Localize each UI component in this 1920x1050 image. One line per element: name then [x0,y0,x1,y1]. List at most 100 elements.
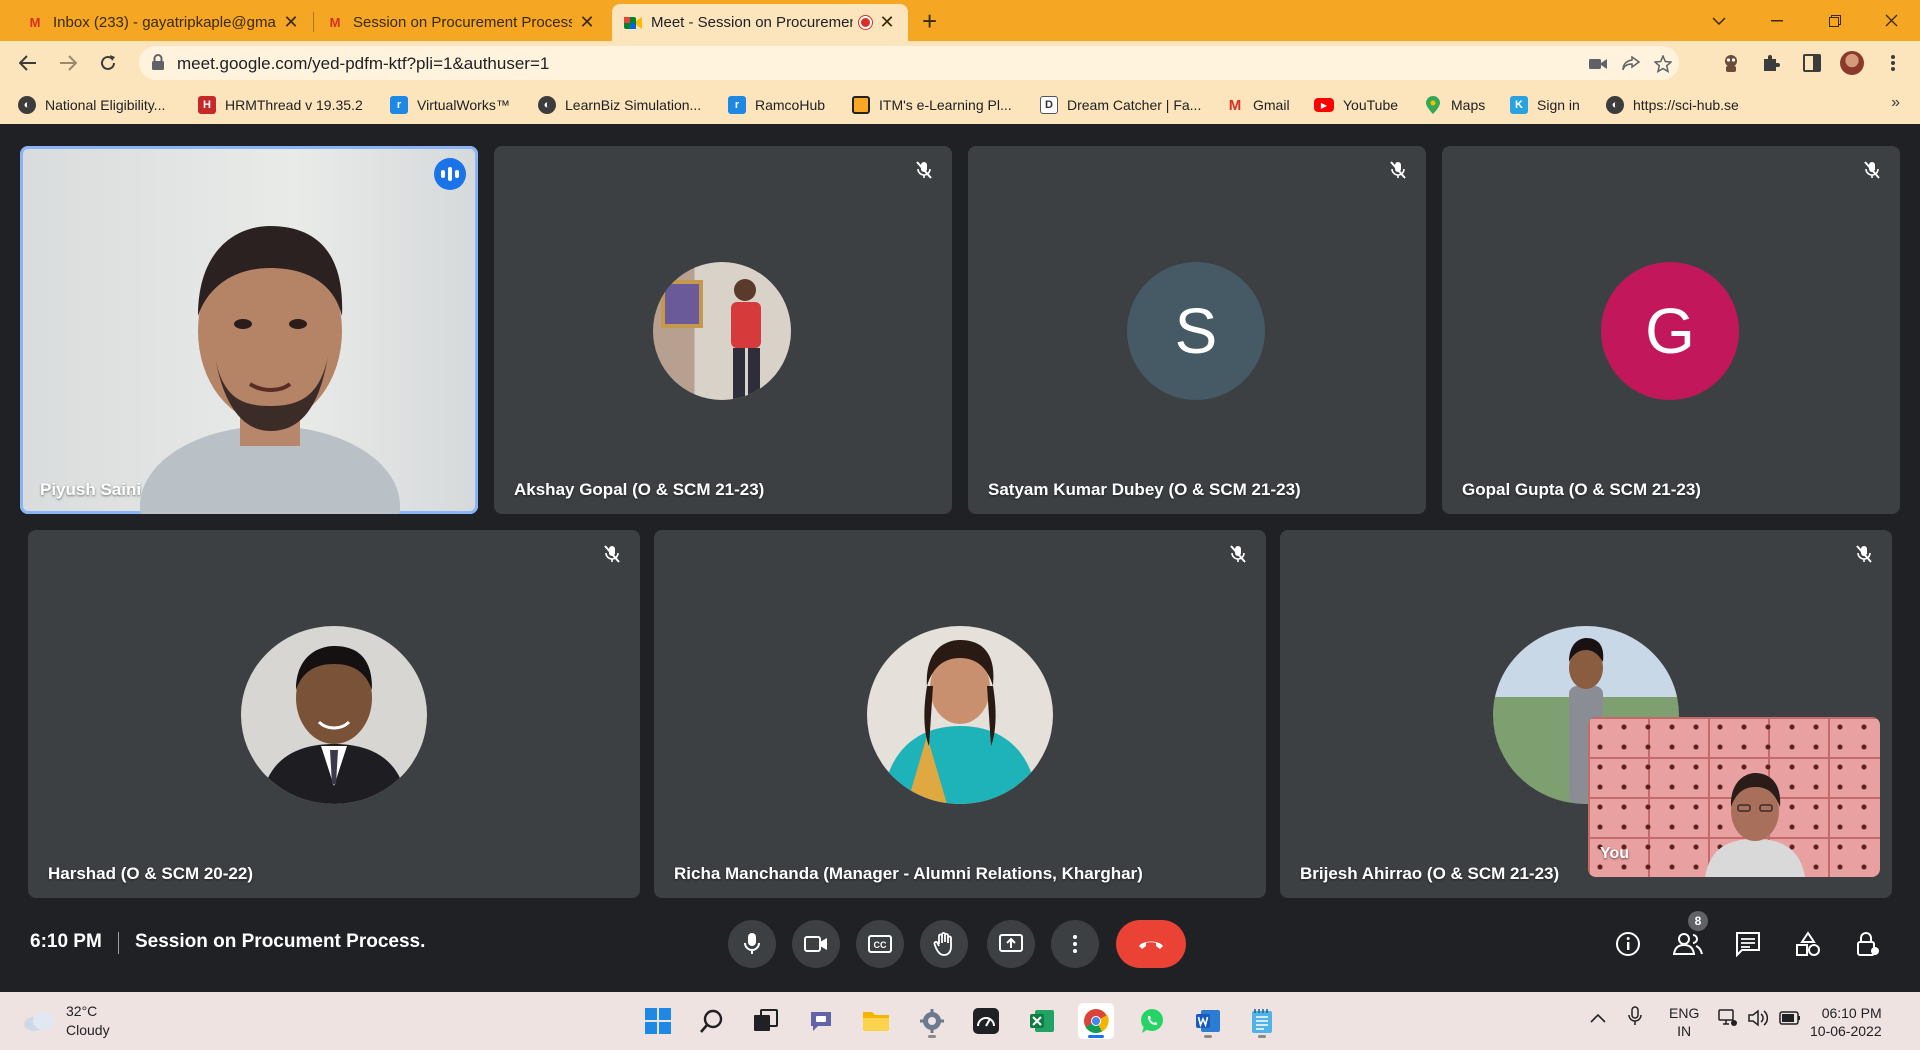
lock-icon[interactable] [151,54,165,70]
activities-button[interactable] [1793,929,1823,959]
system-clock[interactable]: 06:10 PM 10-06-2022 [1810,1004,1882,1040]
self-view-tile[interactable]: You [1588,717,1880,877]
extension-icon[interactable] [1718,50,1744,76]
participant-tile-piyush-saini[interactable]: Piyush Saini [20,146,478,514]
task-view-button[interactable] [748,1003,784,1039]
teams-chat-button[interactable] [804,1003,840,1039]
gmail-icon: M [1228,96,1242,114]
tab-strip: M Inbox (233) - gayatripkaple@gmail.com … [0,0,1920,41]
info-icon [1616,932,1640,956]
show-everyone-button[interactable] [1673,929,1703,959]
weather-widget[interactable]: 32°C Cloudy [22,1002,110,1040]
forward-button[interactable] [54,49,82,77]
participant-name: Brijesh Ahirrao (O & SCM 21-23) [1300,864,1560,883]
side-panel-icon[interactable] [1799,50,1825,76]
present-screen-icon [999,934,1023,952]
bookmark-label: Sign in [1537,97,1580,113]
participant-tile-gopal-gupta[interactable]: G Gopal Gupta (O & SCM 21-23) [1442,146,1900,514]
word-button[interactable] [1190,1003,1226,1039]
notepad-button[interactable] [1244,1003,1280,1039]
url-text[interactable]: meet.google.com/yed-pdfm-ktf?pli=1&authu… [177,54,549,74]
present-screen-button[interactable] [987,920,1035,968]
camera-button[interactable] [792,920,840,968]
participant-name: Gopal Gupta (O & SCM 21-23) [1462,480,1701,499]
share-icon[interactable] [1620,53,1642,75]
back-button[interactable] [14,49,42,77]
bookmark-label: LearnBiz Simulation... [565,97,702,113]
bookmark-sign-in[interactable]: K Sign in [1510,94,1580,116]
bookmark-youtube[interactable]: ▶ YouTube [1314,94,1398,116]
youtube-icon: ▶ [1314,98,1334,112]
bookmark-gmail[interactable]: M Gmail [1226,94,1290,116]
bookmark-label: National Eligibility... [45,97,166,113]
participant-tile-harshad[interactable]: Harshad (O & SCM 20-22) [28,530,640,898]
raise-hand-icon [933,932,952,956]
close-tab-icon[interactable]: ✕ [878,12,896,33]
chat-button[interactable] [1733,929,1763,959]
chrome-button[interactable] [1078,1003,1114,1039]
captions-button[interactable]: CC [856,920,904,968]
tab-gmail-inbox[interactable]: M Inbox (233) - gayatripkaple@gmail.com … [14,4,312,41]
whatsapp-button[interactable] [1134,1003,1170,1039]
more-options-button[interactable] [1051,920,1099,968]
clock-date: 10-06-2022 [1810,1023,1882,1039]
raise-hand-button[interactable] [920,920,968,968]
participant-name: Harshad (O & SCM 20-22) [48,864,253,883]
dream-catcher-icon: D [1040,96,1058,114]
tab-session-procurement[interactable]: M Session on Procurement Process ✕ [314,4,608,41]
bookmark-label: ITM's e-Learning Pl... [879,97,1012,113]
meeting-clock: 6:10 PM [30,931,102,952]
bookmark-learnbiz[interactable]: ◐ LearnBiz Simulation... [538,94,701,116]
participant-initial-avatar: G [1601,262,1739,400]
microphone-button[interactable] [728,920,776,968]
bookmark-national-eligibility[interactable]: ◐ National Eligibility... [18,94,165,116]
leave-call-button[interactable] [1116,920,1186,968]
search-button[interactable] [694,1003,730,1039]
extensions-puzzle-icon[interactable] [1758,50,1784,76]
more-bookmarks-button[interactable]: » [1891,94,1900,112]
bookmark-label: Gmail [1253,97,1290,113]
browser-menu-icon[interactable] [1880,50,1906,76]
address-bar[interactable]: meet.google.com/yed-pdfm-ktf?pli=1&authu… [139,46,1679,80]
input-language-indicator[interactable]: ENG IN [1669,1004,1699,1040]
tray-microphone-icon[interactable] [1628,1006,1642,1031]
meeting-details-button[interactable] [1613,929,1643,959]
settings-button[interactable] [914,1003,950,1039]
restore-button[interactable] [1806,0,1864,41]
tab-label: Meet - Session on Procurement Process [651,14,853,31]
bookmark-virtualworks[interactable]: r VirtualWorks™ [390,94,510,116]
bookmark-dream-catcher[interactable]: D Dream Catcher | Fa... [1040,94,1201,116]
bookmark-hrmthread[interactable]: H HRMThread v 19.35.2 [198,94,363,116]
host-controls-button[interactable] [1853,929,1883,959]
close-window-button[interactable] [1862,0,1920,41]
bookmark-maps[interactable]: Maps [1424,94,1485,116]
network-icon[interactable] [1718,1009,1738,1032]
camera-in-use-icon[interactable] [1587,53,1609,75]
minimize-button[interactable] [1748,0,1806,41]
start-button[interactable] [640,1003,676,1039]
participant-tile-akshay-gopal[interactable]: Akshay Gopal (O & SCM 21-23) [494,146,952,514]
volume-icon[interactable] [1748,1009,1769,1032]
close-tab-icon[interactable]: ✕ [578,12,596,33]
excel-button[interactable] [1024,1003,1060,1039]
bookmarks-bar: ◐ National Eligibility... H HRMThread v … [0,85,1920,124]
participant-initial-avatar: S [1127,262,1265,400]
tab-meet[interactable]: Meet - Session on Procurement Process ✕ [612,4,908,41]
participant-tile-richa-manchanda[interactable]: Richa Manchanda (Manager - Alumni Relati… [654,530,1266,898]
file-explorer-button[interactable] [858,1003,894,1039]
participant-tile-satyam-kumar-dubey[interactable]: S Satyam Kumar Dubey (O & SCM 21-23) [968,146,1426,514]
show-hidden-icons-chevron-icon[interactable] [1590,1010,1606,1028]
profile-avatar[interactable] [1840,51,1864,75]
new-tab-button[interactable]: + [922,6,937,37]
close-tab-icon[interactable]: ✕ [282,12,300,33]
participant-avatar [241,626,427,804]
reload-button[interactable] [94,49,122,77]
bookmark-sci-hub[interactable]: ◐ https://sci-hub.se [1606,94,1739,116]
bookmark-ramcohub[interactable]: r RamcoHub [728,94,825,116]
battery-icon[interactable] [1779,1011,1801,1030]
cloud-icon [24,1012,55,1031]
tab-search-chevron-icon[interactable] [1690,0,1748,41]
speedometer-app-button[interactable] [968,1003,1004,1039]
bookmark-itm-elearning[interactable]: ITM's e-Learning Pl... [852,94,1012,116]
bookmark-star-icon[interactable] [1652,53,1674,75]
